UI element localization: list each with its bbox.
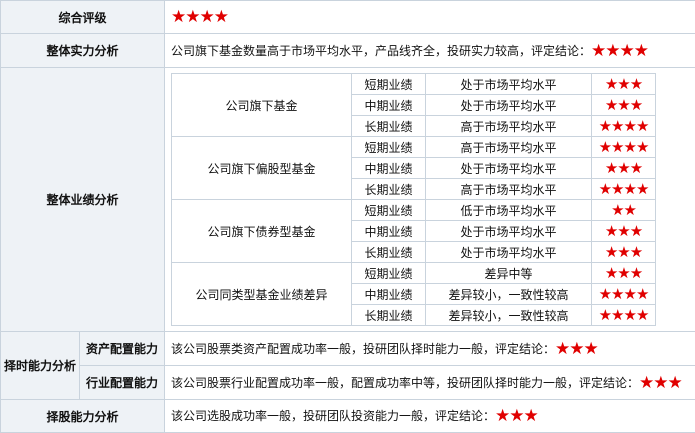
period-desc: 高于市场平均水平 xyxy=(426,116,592,137)
period-label: 短期业绩 xyxy=(352,263,426,284)
stars-icon: ★★★ xyxy=(605,75,642,93)
period-label: 长期业绩 xyxy=(352,116,426,137)
stock-stars-icon: ★★★ xyxy=(495,406,538,426)
stars-icon: ★★★★ xyxy=(599,285,649,303)
period-rating: ★★★ xyxy=(592,95,656,116)
period-label: 长期业绩 xyxy=(352,242,426,263)
period-rating: ★★★★ xyxy=(592,137,656,158)
performance-table: 公司旗下基金 短期业绩 处于市场平均水平 ★★★ 中期业绩 处于市场平均水平 ★… xyxy=(171,73,656,326)
period-rating: ★★★★ xyxy=(592,284,656,305)
stars-icon: ★★ xyxy=(611,201,636,219)
period-label: 中期业绩 xyxy=(352,284,426,305)
stock-row: 择股能力分析 该公司选股成功率一般，投研团队投资能力一般，评定结论：★★★ xyxy=(1,400,695,433)
strength-row: 整体实力分析 公司旗下基金数量高于市场平均水平，产品线齐全，投研实力较高，评定结… xyxy=(1,34,695,68)
period-rating: ★★ xyxy=(592,200,656,221)
timing-industry-row: 行业配置能力 该公司股票行业配置成功率一般，配置成功率中等，投研团队择时能力一般… xyxy=(1,366,695,400)
stars-icon: ★★★★ xyxy=(599,306,649,324)
period-rating: ★★★ xyxy=(592,242,656,263)
stars-icon: ★★★★ xyxy=(599,180,649,198)
fund-group-name: 公司同类型基金业绩差异 xyxy=(172,263,352,326)
overall-row: 综合评级 ★★★★ xyxy=(1,1,695,34)
stock-text: 该公司选股成功率一般，投研团队投资能力一般，评定结论： xyxy=(171,409,495,423)
perf-row: 公司同类型基金业绩差异 短期业绩 差异中等 ★★★ xyxy=(172,263,656,284)
period-desc: 处于市场平均水平 xyxy=(426,242,592,263)
perf-row: 公司旗下基金 短期业绩 处于市场平均水平 ★★★ xyxy=(172,74,656,95)
timing-asset-row: 择时能力分析 资产配置能力 该公司股票类资产配置成功率一般，投研团队择时能力一般… xyxy=(1,332,695,366)
strength-stars-icon: ★★★★ xyxy=(591,41,648,61)
industry-config-value: 该公司股票行业配置成功率一般，配置成功率中等，投研团队择时能力一般，评定结论：★… xyxy=(165,366,695,400)
period-desc: 高于市场平均水平 xyxy=(426,179,592,200)
strength-label: 整体实力分析 xyxy=(1,34,165,68)
period-desc: 高于市场平均水平 xyxy=(426,137,592,158)
period-rating: ★★★★ xyxy=(592,179,656,200)
asset-config-text: 该公司股票类资产配置成功率一般，投研团队择时能力一般，评定结论： xyxy=(171,342,555,356)
performance-label: 整体业绩分析 xyxy=(1,68,165,332)
stars-icon: ★★★ xyxy=(605,222,642,240)
timing-label: 择时能力分析 xyxy=(1,332,80,400)
stars-icon: ★★★ xyxy=(605,264,642,282)
asset-config-stars-icon: ★★★ xyxy=(555,339,598,359)
period-desc: 处于市场平均水平 xyxy=(426,221,592,242)
stars-icon: ★★★ xyxy=(605,96,642,114)
performance-value: 公司旗下基金 短期业绩 处于市场平均水平 ★★★ 中期业绩 处于市场平均水平 ★… xyxy=(165,68,695,332)
period-rating: ★★★ xyxy=(592,221,656,242)
period-desc: 处于市场平均水平 xyxy=(426,74,592,95)
period-desc: 差异较小，一致性较高 xyxy=(426,305,592,326)
fund-group-name: 公司旗下基金 xyxy=(172,74,352,137)
period-desc: 处于市场平均水平 xyxy=(426,95,592,116)
period-desc: 低于市场平均水平 xyxy=(426,200,592,221)
stars-icon: ★★★ xyxy=(605,159,642,177)
period-label: 中期业绩 xyxy=(352,221,426,242)
stars-icon: ★★★ xyxy=(605,243,642,261)
perf-row: 公司旗下债券型基金 短期业绩 低于市场平均水平 ★★ xyxy=(172,200,656,221)
asset-config-label: 资产配置能力 xyxy=(80,332,165,366)
overall-label: 综合评级 xyxy=(1,1,165,34)
period-rating: ★★★★ xyxy=(592,116,656,137)
period-label: 长期业绩 xyxy=(352,305,426,326)
period-label: 短期业绩 xyxy=(352,200,426,221)
stars-icon: ★★★★ xyxy=(599,138,649,156)
period-desc: 差异较小，一致性较高 xyxy=(426,284,592,305)
strength-text: 公司旗下基金数量高于市场平均水平，产品线齐全，投研实力较高，评定结论： xyxy=(171,44,591,58)
period-rating: ★★★ xyxy=(592,158,656,179)
fund-group-name: 公司旗下债券型基金 xyxy=(172,200,352,263)
rating-table: 综合评级 ★★★★ 整体实力分析 公司旗下基金数量高于市场平均水平，产品线齐全，… xyxy=(0,0,695,433)
industry-config-label: 行业配置能力 xyxy=(80,366,165,400)
stars-icon: ★★★★ xyxy=(599,117,649,135)
overall-stars-icon: ★★★★ xyxy=(171,7,228,27)
period-label: 中期业绩 xyxy=(352,158,426,179)
asset-config-value: 该公司股票类资产配置成功率一般，投研团队择时能力一般，评定结论：★★★ xyxy=(165,332,695,366)
period-desc: 处于市场平均水平 xyxy=(426,158,592,179)
period-rating: ★★★ xyxy=(592,263,656,284)
strength-value: 公司旗下基金数量高于市场平均水平，产品线齐全，投研实力较高，评定结论：★★★★ xyxy=(165,34,695,68)
fund-rating-panel: 综合评级 ★★★★ 整体实力分析 公司旗下基金数量高于市场平均水平，产品线齐全，… xyxy=(0,0,695,430)
performance-row: 整体业绩分析 公司旗下基金 短期业绩 处于市场平均水平 ★★★ xyxy=(1,68,695,332)
period-rating: ★★★ xyxy=(592,74,656,95)
period-desc: 差异中等 xyxy=(426,263,592,284)
stock-value: 该公司选股成功率一般，投研团队投资能力一般，评定结论：★★★ xyxy=(165,400,695,433)
industry-config-text: 该公司股票行业配置成功率一般，配置成功率中等，投研团队择时能力一般，评定结论： xyxy=(171,376,639,390)
overall-value: ★★★★ xyxy=(165,1,695,34)
period-label: 长期业绩 xyxy=(352,179,426,200)
fund-group-name: 公司旗下偏股型基金 xyxy=(172,137,352,200)
period-label: 短期业绩 xyxy=(352,74,426,95)
period-label: 中期业绩 xyxy=(352,95,426,116)
period-label: 短期业绩 xyxy=(352,137,426,158)
period-rating: ★★★★ xyxy=(592,305,656,326)
stock-label: 择股能力分析 xyxy=(1,400,165,433)
industry-config-stars-icon: ★★★ xyxy=(639,373,682,393)
perf-row: 公司旗下偏股型基金 短期业绩 高于市场平均水平 ★★★★ xyxy=(172,137,656,158)
